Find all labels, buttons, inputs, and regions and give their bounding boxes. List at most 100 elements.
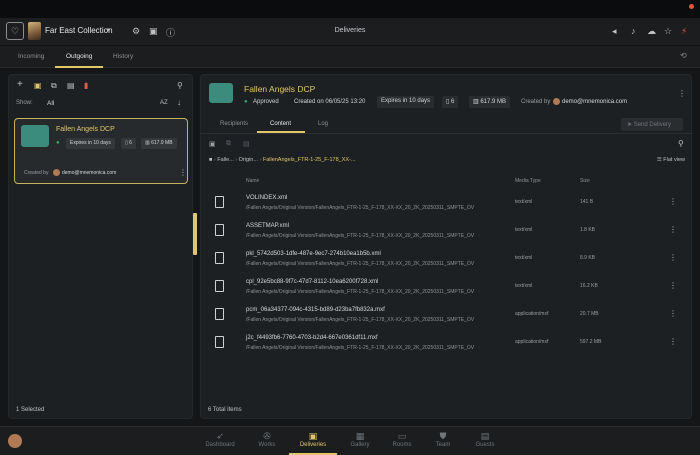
file-icon: [215, 252, 224, 264]
search-icon[interactable]: ⚲: [678, 139, 684, 148]
file-icon: [215, 224, 224, 236]
row-more-icon[interactable]: ⋮: [669, 253, 677, 262]
delivery-tabs: Incoming Outgoing History ⟲: [0, 46, 700, 68]
delivery-card[interactable]: Fallen Angels DCP ● Expires in 10 days ▯…: [14, 118, 188, 184]
delivery-title: Fallen Angels DCP: [244, 84, 316, 94]
file-icon: [215, 308, 224, 320]
file-count-pill: ▯ 6: [442, 96, 459, 108]
window-dot: [689, 4, 694, 9]
show-label: Show:: [16, 100, 33, 106]
briefcase-icon: ▣: [308, 431, 318, 441]
tab-content[interactable]: Content: [270, 121, 291, 127]
row-more-icon[interactable]: ⋮: [669, 281, 677, 290]
file-size: 8.9 KB: [580, 255, 596, 261]
flat-view-toggle[interactable]: ☰ Flat view: [657, 157, 685, 163]
sort-az-button[interactable]: AZ: [160, 100, 168, 106]
nav-deliveries-label: Deliveries: [299, 442, 327, 448]
created-on: Created on 06/05/25 13:20: [294, 99, 366, 105]
select-icon[interactable]: ▣: [34, 81, 42, 90]
row-more-icon[interactable]: ⋮: [669, 337, 677, 346]
megaphone-icon[interactable]: ◂: [612, 26, 617, 37]
panel-resize-handle[interactable]: [193, 213, 197, 255]
more-icon[interactable]: ⋮: [678, 89, 686, 98]
shirt-icon: ⛊: [439, 431, 447, 441]
column-size[interactable]: Size: [580, 178, 590, 184]
app-header: ♡ Far East Collection ▾ ⚙ ▣ ⓘ Deliveries…: [0, 18, 700, 46]
file-count-pill: ▯ 6: [121, 138, 136, 149]
film-reel-icon: ✇: [263, 431, 271, 441]
size-value: 617.9 MB: [151, 140, 173, 146]
cloud-icon[interactable]: ☁: [647, 26, 656, 37]
clipboard-icon[interactable]: ▤: [67, 81, 75, 90]
table-row[interactable]: ASSETMAP.xml/Fallen Angels/Original Vers…: [209, 218, 685, 246]
file-path: /Fallen Angels/Original Version/FallenAn…: [246, 289, 475, 295]
nav-deliveries[interactable]: ▣ Deliveries: [293, 431, 333, 448]
file-size: 1.8 KB: [580, 227, 596, 233]
file-name: pcm_06a34377-094c-4315-bd89-d23ba7fb832a…: [246, 307, 385, 313]
briefcase-icon: [21, 125, 49, 147]
nav-team[interactable]: ⛊ Team: [423, 431, 463, 448]
trash-icon[interactable]: ▮: [84, 81, 88, 90]
add-icon[interactable]: +: [17, 79, 23, 90]
table-row[interactable]: j2c_f4493fb6-7760-4703-b2d4-667e0361df11…: [209, 330, 685, 358]
copy-icon[interactable]: ⧉: [51, 81, 57, 91]
nav-guests[interactable]: ▤ Guests: [465, 431, 505, 448]
breadcrumb-item[interactable]: Falle...: [217, 157, 234, 163]
nav-rooms[interactable]: ▭ Rooms: [382, 431, 422, 448]
refresh-icon[interactable]: ⟲: [680, 51, 687, 60]
breadcrumb-current: FallenAngels_FTR-1-25_F-178_XX-...: [262, 157, 356, 163]
id-card-icon: ▤: [480, 431, 490, 441]
table-row[interactable]: VOLINDEX.xml/Fallen Angels/Original Vers…: [209, 190, 685, 218]
nav-guests-label: Guests: [475, 442, 495, 448]
select-icon[interactable]: ▣: [209, 140, 216, 148]
file-name: pkl_5742d503-1dfe-487e-9ec7-274b10ea1b5b…: [246, 251, 381, 257]
file-size: 16.2 KB: [580, 283, 598, 289]
table-row[interactable]: pkl_5742d503-1dfe-487e-9ec7-274b10ea1b5b…: [209, 246, 685, 274]
row-more-icon[interactable]: ⋮: [669, 225, 677, 234]
file-media-type: text/xml: [515, 227, 533, 233]
delivery-card-title: Fallen Angels DCP: [56, 126, 115, 133]
card-more-icon[interactable]: ⋮: [179, 168, 187, 177]
row-more-icon[interactable]: ⋮: [669, 197, 677, 206]
user-avatar[interactable]: [8, 434, 22, 448]
tab-incoming[interactable]: Incoming: [18, 53, 44, 60]
send-delivery-label: Send Delivery: [633, 122, 672, 128]
avatar: [553, 98, 560, 105]
clipboard-icon[interactable]: ▤: [243, 140, 250, 148]
size-value: 617.9 MB: [480, 99, 507, 105]
gallery-icon: ▦: [355, 431, 365, 441]
briefcase-icon: [209, 83, 233, 103]
sort-direction-icon[interactable]: ↓: [177, 98, 181, 107]
camera-icon[interactable]: ■: [209, 157, 212, 163]
column-name[interactable]: Name: [246, 178, 259, 184]
tab-history[interactable]: History: [113, 53, 133, 60]
nav-rooms-label: Rooms: [392, 442, 412, 448]
created-by-email: demo@mnemonica.com: [562, 99, 628, 105]
window-top-strip: [0, 0, 700, 18]
bolt-icon[interactable]: ⚡: [681, 26, 687, 37]
breadcrumb: ■ › Falle... › Origin... › FallenAngels_…: [209, 157, 685, 163]
size-pill: ▥ 617.9 MB: [469, 96, 511, 108]
tab-recipients[interactable]: Recipients: [220, 121, 248, 127]
approved-icon: ●: [56, 140, 60, 146]
star-icon[interactable]: ☆: [664, 26, 672, 37]
breadcrumb-item[interactable]: Origin...: [239, 157, 258, 163]
tab-log[interactable]: Log: [318, 121, 328, 127]
tab-outgoing[interactable]: Outgoing: [66, 53, 92, 60]
bottom-navigation: ➶ Dashboard ✇ Works ▣ Deliveries ▦ Gallery ▭…: [0, 426, 700, 455]
avatar: [53, 169, 60, 176]
table-row[interactable]: cpl_92e5bc88-9f7c-47d7-8112-10ea6200f728…: [209, 274, 685, 302]
file-name: j2c_f4493fb6-7760-4703-b2d4-667e0361df11…: [246, 335, 378, 341]
nav-gallery[interactable]: ▦ Gallery: [340, 431, 380, 448]
show-filter-select[interactable]: All: [47, 100, 54, 107]
search-icon[interactable]: ⚲: [177, 81, 183, 90]
bell-icon[interactable]: ♪: [631, 26, 636, 36]
table-row[interactable]: pcm_06a34377-094c-4315-bd89-d23ba7fb832a…: [209, 302, 685, 330]
send-icon: ➤: [627, 122, 634, 128]
column-media-type[interactable]: Media Type: [515, 178, 541, 184]
copy-icon[interactable]: ⧉: [226, 140, 231, 148]
nav-dashboard[interactable]: ➶ Dashboard: [200, 431, 240, 448]
send-delivery-button[interactable]: ➤ Send Delivery: [621, 118, 683, 131]
nav-works[interactable]: ✇ Works: [247, 431, 287, 448]
row-more-icon[interactable]: ⋮: [669, 309, 677, 318]
